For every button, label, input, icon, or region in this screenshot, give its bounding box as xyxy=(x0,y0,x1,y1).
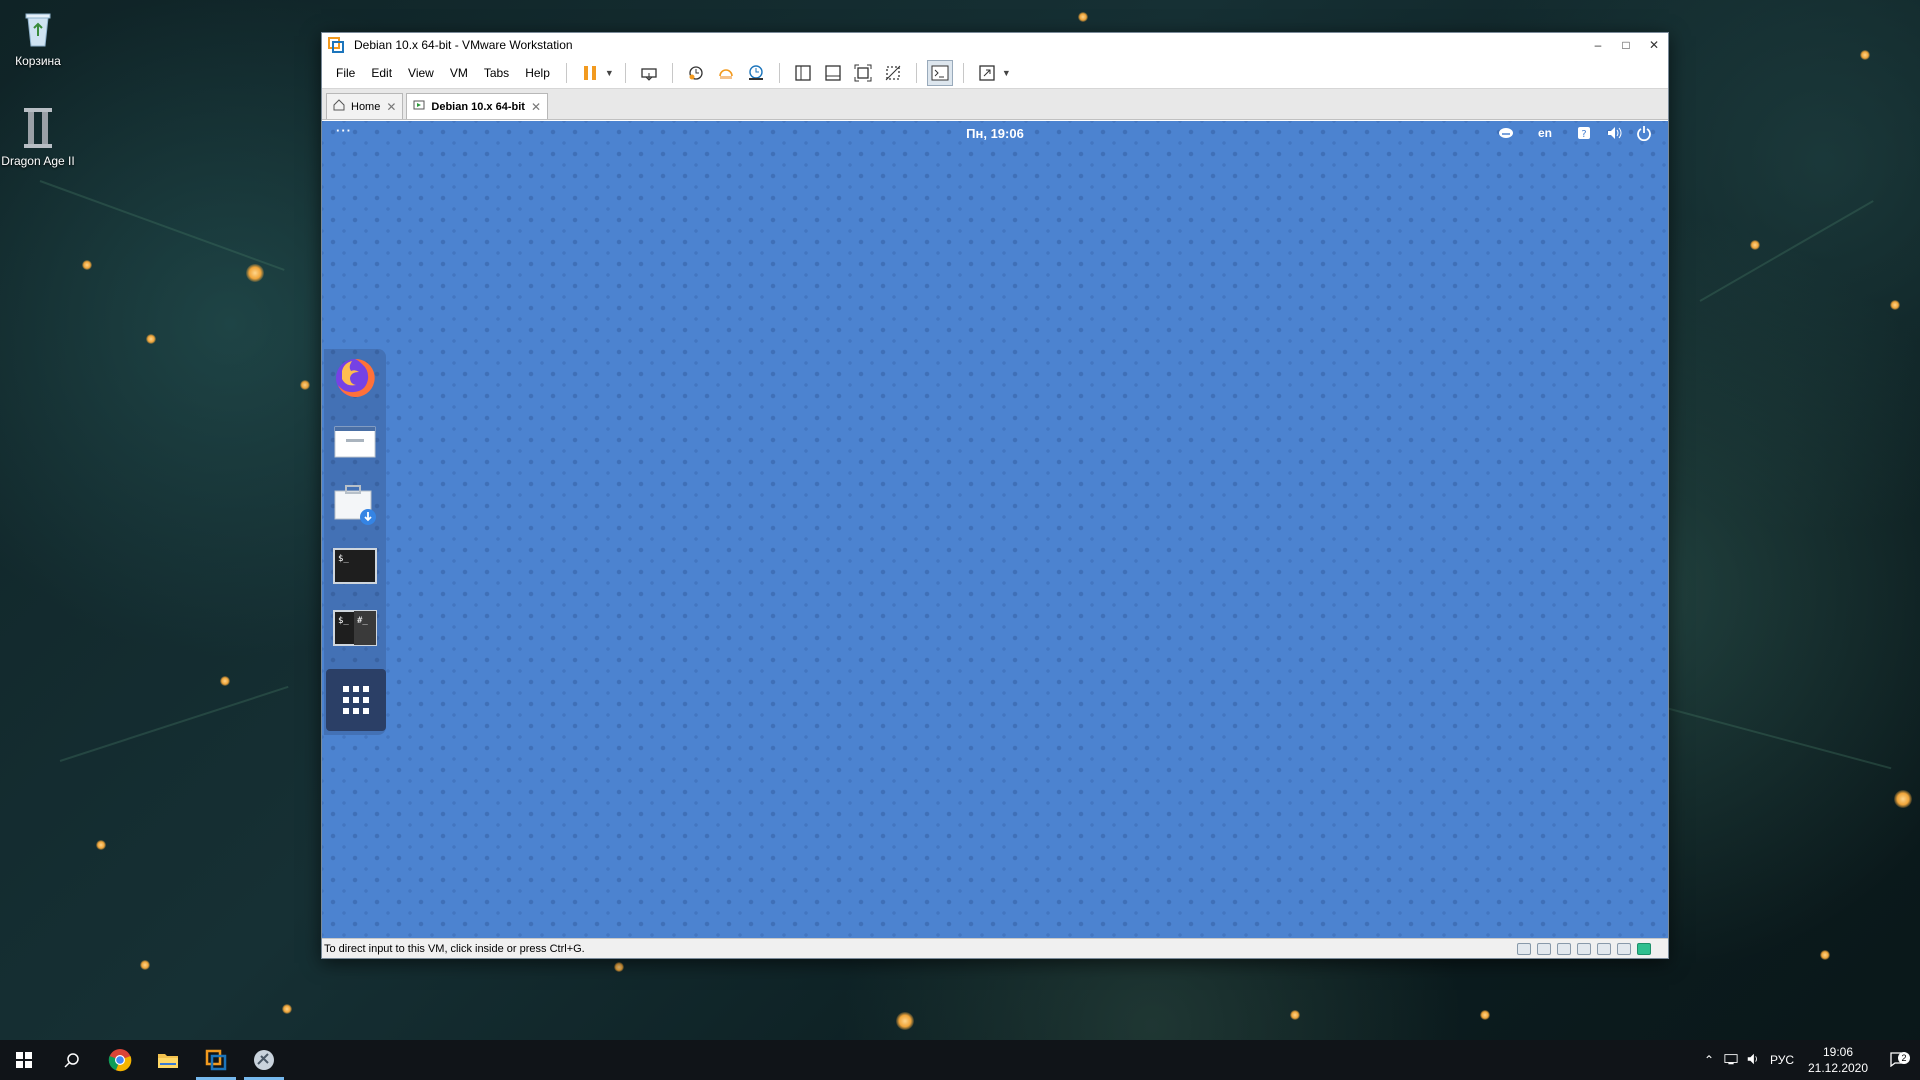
title-bar[interactable]: Debian 10.x 64-bit - VMware Workstation … xyxy=(322,33,1668,57)
root-terminal-icon[interactable]: $_ #_ xyxy=(332,605,378,651)
dragon-age-icon xyxy=(16,106,60,150)
network-adapter-icon[interactable] xyxy=(1557,942,1571,955)
pause-dropdown-icon[interactable]: ▼ xyxy=(605,68,617,78)
toolbar-separator xyxy=(671,62,673,83)
printer-icon[interactable] xyxy=(1577,942,1591,955)
tab-label: Debian 10.x 64-bit xyxy=(431,100,525,113)
toolbar-separator xyxy=(778,62,780,83)
network-icon[interactable] xyxy=(1720,1052,1742,1069)
usb-icon[interactable] xyxy=(1617,942,1631,955)
svg-text:?: ? xyxy=(1581,129,1586,140)
network-icon[interactable] xyxy=(1498,125,1514,141)
console-view-icon[interactable] xyxy=(820,60,846,86)
gnome-top-bar: ··· Пн, 19:06 en ? xyxy=(322,121,1668,145)
tab-close-icon[interactable]: ✕ xyxy=(386,100,396,114)
guest-system-tray: en ? xyxy=(1498,125,1652,142)
menu-edit[interactable]: Edit xyxy=(363,66,400,80)
menu-view[interactable]: View xyxy=(400,66,442,80)
menu-vm[interactable]: VM xyxy=(442,66,476,80)
tab-home[interactable]: Home ✕ xyxy=(326,93,404,119)
guest-clock[interactable]: Пн, 19:06 xyxy=(322,126,1668,141)
close-button[interactable]: ✕ xyxy=(1640,33,1668,57)
action-center-icon[interactable]: 2 xyxy=(1876,1051,1920,1070)
menu-toolbar: File Edit View VM Tabs Help ▼ ▼ xyxy=(322,57,1668,89)
unity-icon[interactable] xyxy=(880,60,906,86)
keyboard-layout[interactable]: en xyxy=(1538,126,1552,140)
stretch-icon[interactable] xyxy=(974,60,1000,86)
vmware-app-icon xyxy=(328,37,344,53)
maximize-button[interactable]: □ xyxy=(1612,33,1640,57)
menu-tabs[interactable]: Tabs xyxy=(476,66,517,80)
tab-label: Home xyxy=(351,100,381,113)
notification-count: 2 xyxy=(1898,1051,1910,1064)
tab-bar: Home ✕ Debian 10.x 64-bit ✕ xyxy=(322,89,1668,120)
home-icon xyxy=(333,99,345,114)
game-launcher-icon[interactable] xyxy=(240,1040,288,1080)
revert-snapshot-icon[interactable] xyxy=(713,60,739,86)
desktop-icon-label: Корзина xyxy=(15,54,61,68)
system-tray: ⌃ РУС 19:06 21.12.2020 2 xyxy=(1698,1040,1920,1080)
cd-dvd-icon[interactable] xyxy=(1537,942,1551,955)
stretch-dropdown-icon[interactable]: ▼ xyxy=(1002,68,1014,78)
taskbar-time: 19:06 xyxy=(1822,1045,1854,1059)
vm-running-icon xyxy=(413,99,425,114)
recycle-bin-icon xyxy=(16,6,60,50)
vmware-window: Debian 10.x 64-bit - VMware Workstation … xyxy=(321,32,1669,959)
menu-help[interactable]: Help xyxy=(517,66,558,80)
accessibility-icon[interactable]: ? xyxy=(1576,125,1592,141)
desktop-icon-dragon-age[interactable]: Dragon Age II xyxy=(0,106,76,168)
menu-file[interactable]: File xyxy=(328,66,363,80)
firefox-icon[interactable] xyxy=(332,355,378,401)
show-apps-icon[interactable] xyxy=(326,669,386,731)
mail-icon[interactable] xyxy=(332,419,378,465)
terminal-icon[interactable] xyxy=(926,59,953,86)
file-explorer-icon[interactable] xyxy=(144,1040,192,1080)
taskbar-date: 21.12.2020 xyxy=(1807,1061,1869,1075)
svg-text:#_: #_ xyxy=(357,616,368,626)
volume-icon[interactable] xyxy=(1606,125,1622,141)
volume-icon[interactable] xyxy=(1742,1052,1764,1069)
taskbar-clock[interactable]: 19:06 21.12.2020 xyxy=(1800,1044,1876,1076)
search-icon[interactable] xyxy=(48,1040,96,1080)
status-hint: To direct input to this VM, click inside… xyxy=(324,942,585,955)
minimize-button[interactable]: – xyxy=(1584,33,1612,57)
power-icon[interactable] xyxy=(1636,125,1652,142)
pause-icon[interactable] xyxy=(577,60,603,86)
snapshot-icon[interactable] xyxy=(683,60,709,86)
chevron-up-icon[interactable]: ⌃ xyxy=(1698,1053,1720,1067)
status-bar: To direct input to this VM, click inside… xyxy=(322,938,1668,958)
desktop-icon-label: Dragon Age II xyxy=(1,154,75,168)
windows-taskbar: ⌃ РУС 19:06 21.12.2020 2 xyxy=(0,1040,1920,1080)
chrome-icon[interactable] xyxy=(96,1040,144,1080)
windows-logo-icon xyxy=(16,1052,32,1068)
tab-close-icon[interactable]: ✕ xyxy=(531,100,541,114)
toolbar-separator xyxy=(624,62,626,83)
sound-card-icon[interactable] xyxy=(1597,942,1611,955)
tab-debian[interactable]: Debian 10.x 64-bit ✕ xyxy=(406,93,549,119)
hard-disk-icon[interactable] xyxy=(1517,942,1531,955)
send-keys-icon[interactable] xyxy=(636,60,662,86)
toolbar-separator xyxy=(962,62,964,83)
gnome-dock: $_ $_ #_ xyxy=(324,349,386,735)
svg-text:$_: $_ xyxy=(338,616,349,626)
snapshot-manager-icon[interactable] xyxy=(743,60,769,86)
message-log-icon[interactable] xyxy=(1637,942,1651,955)
start-button[interactable] xyxy=(0,1040,48,1080)
svg-text:$_: $_ xyxy=(338,554,349,564)
toolbar-separator xyxy=(915,62,917,83)
fullscreen-icon[interactable] xyxy=(850,60,876,86)
input-language[interactable]: РУС xyxy=(1764,1053,1800,1067)
vm-guest-screen[interactable]: ··· Пн, 19:06 en ? $_ $_ #_ xyxy=(322,121,1668,938)
vmware-icon[interactable] xyxy=(192,1040,240,1080)
software-icon[interactable] xyxy=(332,481,378,527)
window-title: Debian 10.x 64-bit - VMware Workstation xyxy=(354,38,573,52)
toolbar-separator xyxy=(565,62,567,83)
desktop-icon-recycle-bin[interactable]: Корзина xyxy=(0,6,76,68)
terminal-icon[interactable]: $_ xyxy=(332,543,378,589)
library-icon[interactable] xyxy=(790,60,816,86)
